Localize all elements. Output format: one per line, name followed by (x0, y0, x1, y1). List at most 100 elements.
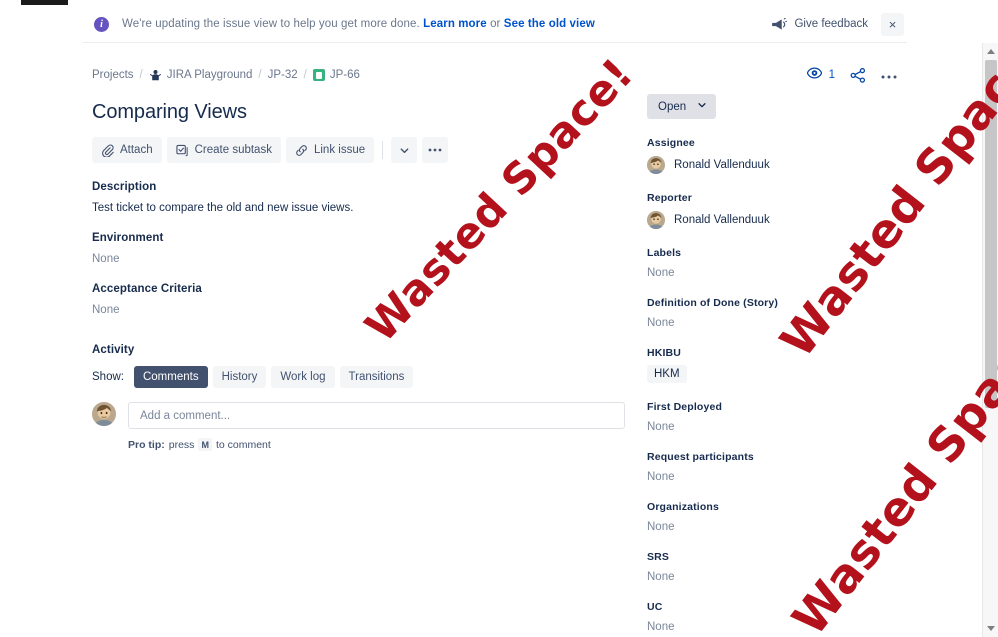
create-subtask-button[interactable]: Create subtask (166, 137, 281, 163)
field-acceptance-criteria: Acceptance Criteria None (92, 283, 625, 316)
sidebar-field-assignee-label: Assignee (647, 137, 695, 149)
sidebar-field-uc: UC None (647, 601, 907, 633)
vertical-scrollbar[interactable] (982, 43, 998, 637)
assignee-person[interactable]: Ronald Vallenduuk (647, 156, 907, 174)
eye-icon (806, 66, 822, 84)
info-icon: i (94, 16, 109, 32)
watchers-control[interactable]: 1 (806, 66, 835, 84)
project-avatar-icon (149, 69, 167, 82)
breadcrumb-separator-2: / (258, 69, 262, 81)
create-subtask-label: Create subtask (194, 144, 272, 156)
attach-label: Attach (120, 144, 153, 156)
status-dropdown[interactable]: Open (647, 94, 717, 119)
give-feedback-label: Give feedback (794, 18, 868, 30)
sidebar-field-hkibu: HKIBU HKM (647, 347, 907, 383)
activity-filter-row: Show: Comments History Work log Transiti… (92, 366, 625, 388)
link-issue-label: Link issue (313, 144, 366, 156)
issue-view-page: i We're updating the issue view to help … (0, 0, 998, 637)
comment-placeholder: Add a comment... (140, 409, 231, 422)
protip-prefix: Pro tip: (128, 438, 165, 451)
breadcrumb-separator: / (139, 69, 143, 81)
sidebar-field-srs-label: SRS (647, 551, 670, 563)
more-actions-icon[interactable] (881, 70, 897, 80)
sidebar-field-organizations: Organizations None (647, 501, 907, 533)
banner-message: We're updating the issue view to help yo… (122, 18, 420, 30)
more-actions-icon[interactable] (422, 137, 449, 163)
breadcrumb-project[interactable]: JIRA Playground (149, 69, 253, 82)
share-icon[interactable] (850, 67, 866, 83)
breadcrumb-issue-key[interactable]: JP-66 (330, 69, 360, 81)
sidebar-field-hkibu-label: HKIBU (647, 347, 681, 359)
link-issue-button[interactable]: Link issue (285, 137, 375, 163)
scroll-down-arrow[interactable] (983, 620, 998, 637)
sidebar-field-reporter: Reporter Ronald Vallenduuk (647, 192, 907, 229)
sidebar-field-hkibu-value[interactable]: HKM (647, 365, 687, 383)
banner-text: We're updating the issue view to help yo… (122, 18, 595, 30)
status-badge: Open (658, 100, 687, 113)
issue-actions-toolbar: Attach Create subtask Link issue (92, 137, 625, 163)
tab-history[interactable]: History (212, 366, 267, 388)
banner-conjunction: or (490, 18, 501, 30)
see-old-view-link[interactable]: See the old view (504, 18, 595, 30)
scrollbar-thumb[interactable] (984, 60, 997, 408)
paperclip-icon (101, 143, 114, 157)
watch-count: 1 (828, 69, 835, 81)
sidebar-field-definition-of-done-label: Definition of Done (Story) (647, 297, 779, 309)
field-description-label: Description (92, 181, 157, 193)
banner-actions: Give feedback × (765, 12, 907, 36)
sidebar-field-request-participants: Request participants None (647, 451, 907, 483)
learn-more-link[interactable]: Learn more (423, 18, 487, 30)
avatar (647, 156, 665, 174)
breadcrumb-issue[interactable]: JP-66 (312, 69, 360, 81)
give-feedback-button[interactable]: Give feedback (765, 14, 875, 35)
comment-protip: Pro tip: press M to comment (128, 438, 625, 451)
activity-section: Activity Show: Comments History Work log… (92, 344, 625, 451)
breadcrumb-separator-3: / (303, 69, 307, 81)
sidebar-field-request-participants-value[interactable]: None (647, 471, 907, 483)
sidebar-field-uc-value[interactable]: None (647, 621, 907, 633)
sidebar-field-labels-label: Labels (647, 247, 682, 259)
field-environment-label: Environment (92, 232, 164, 244)
sidebar-field-srs: SRS None (647, 551, 907, 583)
protip-suffix: to comment (215, 438, 271, 451)
field-acceptance-criteria-value[interactable]: None (92, 304, 625, 316)
sidebar-field-definition-of-done-value[interactable]: None (647, 317, 907, 329)
add-comment-row: Add a comment... Pro tip: press M to com… (92, 402, 625, 451)
link-icon (295, 144, 308, 157)
sidebar-field-first-deployed: First Deployed None (647, 401, 907, 433)
sidebar-field-uc-label: UC (647, 601, 663, 613)
attach-button[interactable]: Attach (92, 137, 162, 163)
close-icon[interactable]: × (881, 12, 904, 36)
field-environment-value[interactable]: None (92, 253, 625, 265)
chevron-down-icon[interactable] (391, 137, 418, 163)
sidebar-field-organizations-value[interactable]: None (647, 521, 907, 533)
sidebar-field-labels: Labels None (647, 247, 907, 279)
sidebar-field-reporter-label: Reporter (647, 192, 692, 204)
reporter-person[interactable]: Ronald Vallenduuk (647, 211, 907, 229)
banner-message-group: i We're updating the issue view to help … (83, 16, 765, 32)
field-environment: Environment None (92, 232, 625, 265)
tab-work-log[interactable]: Work log (271, 366, 335, 388)
breadcrumb-parent-issue[interactable]: JP-32 (268, 69, 298, 81)
field-acceptance-criteria-label: Acceptance Criteria (92, 283, 202, 295)
scrollbar-track[interactable] (983, 60, 998, 620)
tab-transitions[interactable]: Transitions (339, 366, 414, 388)
issue-main-column: Projects / JIRA Playground / JP-32 / JP-… (83, 55, 639, 637)
sidebar-field-srs-value[interactable]: None (647, 571, 907, 583)
sidebar-field-first-deployed-label: First Deployed (647, 401, 723, 413)
avatar (647, 211, 665, 229)
search-comment-wrapper[interactable]: Add a comment... (128, 402, 625, 429)
sidebar-field-first-deployed-value[interactable]: None (647, 421, 907, 433)
sidebar-field-labels-value[interactable]: None (647, 267, 907, 279)
chevron-down-icon (697, 100, 707, 113)
field-description-value[interactable]: Test ticket to compare the old and new i… (92, 202, 625, 214)
protip-key: M (198, 438, 212, 451)
new-issue-view-banner: i We're updating the issue view to help … (83, 6, 907, 43)
avatar (92, 402, 116, 426)
tab-comments[interactable]: Comments (133, 366, 208, 388)
scroll-up-arrow[interactable] (983, 43, 998, 60)
breadcrumb-project-label[interactable]: JIRA Playground (167, 69, 253, 81)
breadcrumb-projects[interactable]: Projects (92, 69, 134, 81)
sidebar-field-organizations-label: Organizations (647, 501, 719, 513)
sidebar-field-assignee: Assignee Ronald Vallenduuk (647, 137, 907, 174)
